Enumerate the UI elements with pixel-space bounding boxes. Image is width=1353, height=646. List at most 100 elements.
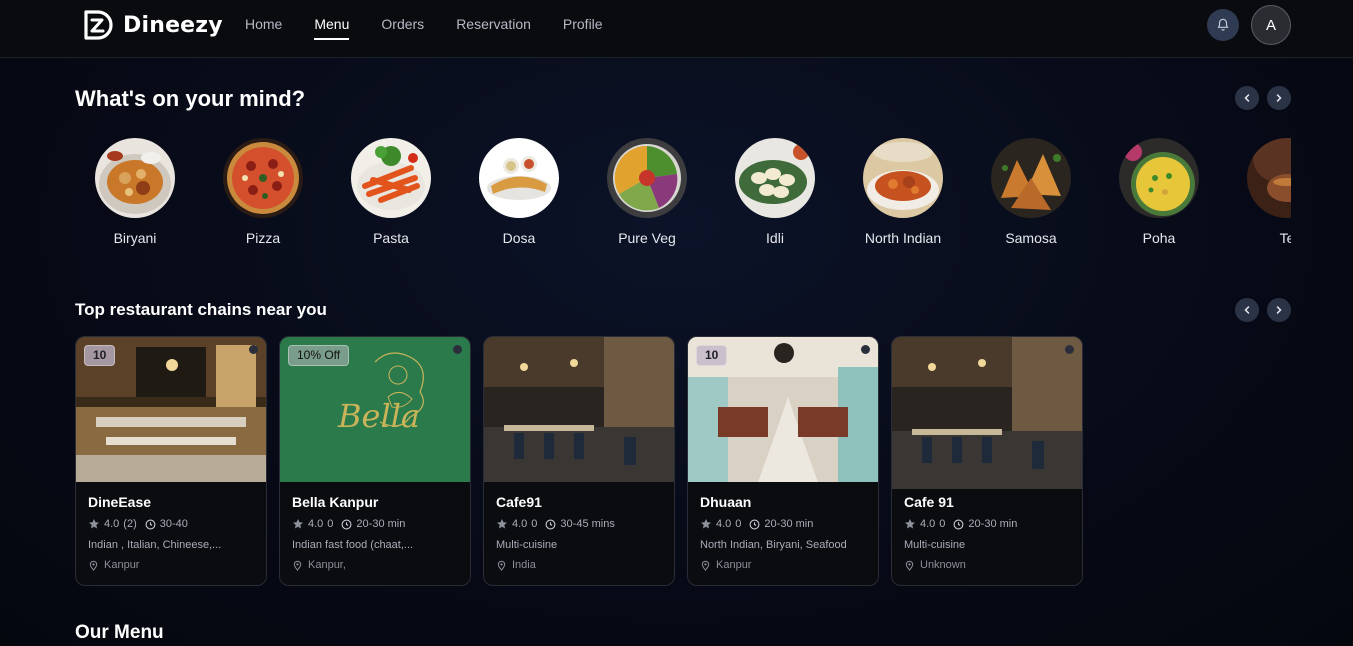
location-pin-icon [701,560,710,571]
restaurant-name: DineEase [88,494,152,510]
category-label: Idli [766,230,784,246]
svg-text:Bella: Bella [337,397,420,435]
rating-value: 4.0 [308,518,324,530]
category-idli[interactable]: Idli [715,138,835,246]
notifications-button[interactable] [1207,9,1239,41]
restaurant-card-cafe91[interactable]: Cafe91 4.0 0 30-45 mins Multi-cuisine In… [483,336,675,586]
location-text: Kanpur, [308,559,346,571]
location-text: Kanpur [716,559,752,571]
location-text: India [512,559,536,571]
status-dot [249,345,258,354]
restaurant-meta: 4.0 0 20-30 min [700,518,813,530]
location-pin-icon [293,560,302,571]
chevron-right-icon [1276,94,1282,102]
category-dosa[interactable]: Dosa [459,138,579,246]
category-poha[interactable]: Poha [1099,138,1219,246]
chevron-left-icon [1244,94,1250,102]
nav-menu-link[interactable]: Menu [314,16,350,40]
category-label: Pizza [245,230,281,246]
nav-profile-link[interactable]: Profile [563,16,603,40]
restaurant-card-dineease[interactable]: 10 DineEase 4.0 (2) 30-40 Indian , Itali… [75,336,267,586]
status-dot [861,345,870,354]
rating-value: 4.0 [920,518,936,530]
restaurant-meta: 4.0 0 30-45 mins [496,518,615,530]
restaurant-card-dhuaan[interactable]: 10 Dhuaan 4.0 0 20-30 min North Indian, … [687,336,879,586]
restaurant-card-bella-kanpur[interactable]: Bella 10% Off Bella Kanpur 4.0 0 20-30 m… [279,336,471,586]
category-north-indian[interactable]: North Indian [843,138,963,246]
review-count: 0 [531,518,538,530]
top-navbar: Dineezy Home Menu Orders Reservation Pro… [0,0,1353,58]
dineezy-logo-icon [84,10,113,40]
chains-prev-button[interactable] [1235,298,1259,322]
category-label: Pure Veg [618,230,676,246]
chevron-left-icon [1244,306,1250,314]
restaurant-card-cafe-91[interactable]: Cafe 91 4.0 0 20-30 min Multi-cuisine Un… [891,336,1083,586]
category-pasta[interactable]: Pasta [331,138,451,246]
location-text: Unknown [920,559,966,571]
mind-prev-button[interactable] [1235,86,1259,110]
clock-icon [749,519,760,529]
category-label: Te [1279,230,1291,246]
pizza-image [223,138,303,218]
discount-badge: 10 [84,345,116,366]
star-icon [293,519,303,529]
chains-section-title: Top restaurant chains near you [75,300,327,319]
nav-orders-link[interactable]: Orders [381,16,424,40]
mind-next-button[interactable] [1267,86,1291,110]
location: Kanpur [88,559,139,571]
star-icon [89,519,99,529]
location: India [496,559,536,571]
clock-icon [953,519,964,529]
brand-name: Dineezy [123,12,223,38]
restaurant-name: Dhuaan [700,494,752,510]
category-label: Poha [1142,230,1176,246]
restaurant-meta: 4.0 0 20-30 min [292,518,405,530]
cuisine-text: Multi-cuisine [904,539,966,551]
location-pin-icon [497,560,506,571]
nav-home-link[interactable]: Home [245,16,282,40]
restaurant-name: Cafe91 [496,494,542,510]
location: Unknown [904,559,966,571]
category-pizza[interactable]: Pizza [203,138,323,246]
category-biryani[interactable]: Biryani [75,138,195,246]
chains-next-button[interactable] [1267,298,1291,322]
review-count: 0 [327,518,334,530]
category-tea[interactable]: Te [1227,138,1291,246]
rating-value: 4.0 [512,518,528,530]
restaurant-name: Cafe 91 [904,494,954,510]
category-samosa[interactable]: Samosa [971,138,1091,246]
location: Kanpur [700,559,751,571]
dosa-image [479,138,559,218]
category-pure-veg[interactable]: Pure Veg [587,138,707,246]
clock-icon [145,519,156,529]
cuisine-text: North Indian, Biryani, Seafood [700,539,847,551]
category-label: Biryani [113,230,157,246]
cuisine-text: Multi-cuisine [496,539,558,551]
nav-reservation-link[interactable]: Reservation [456,16,531,40]
delivery-time: 20-30 min [356,518,406,530]
tea-image [1247,138,1291,218]
restaurant-meta: 4.0 0 20-30 min [904,518,1017,530]
status-dot [453,345,462,354]
star-icon [701,519,711,529]
brand-logo[interactable]: Dineezy [82,9,223,41]
discount-badge: 10 [696,345,728,366]
pure-veg-image [607,138,687,218]
bell-icon [1217,18,1229,31]
user-avatar[interactable]: A [1251,5,1291,45]
location-pin-icon [89,560,98,571]
category-carousel: Biryani Pizza Pasta Dosa Pure Veg Idli N… [75,138,1291,258]
restaurant-name: Bella Kanpur [292,494,379,510]
location-text: Kanpur [104,559,140,571]
review-count: (2) [123,518,137,530]
rating-value: 4.0 [104,518,120,530]
north-indian-image [863,138,943,218]
main-nav: Home Menu Orders Reservation Profile [245,16,635,40]
location: Kanpur, [292,559,346,571]
restaurant-image [484,337,674,482]
status-dot [1065,345,1074,354]
biryani-image [95,138,175,218]
chevron-right-icon [1276,306,1282,314]
discount-badge: 10% Off [288,345,350,366]
menu-section-title: Our Menu [75,622,164,643]
